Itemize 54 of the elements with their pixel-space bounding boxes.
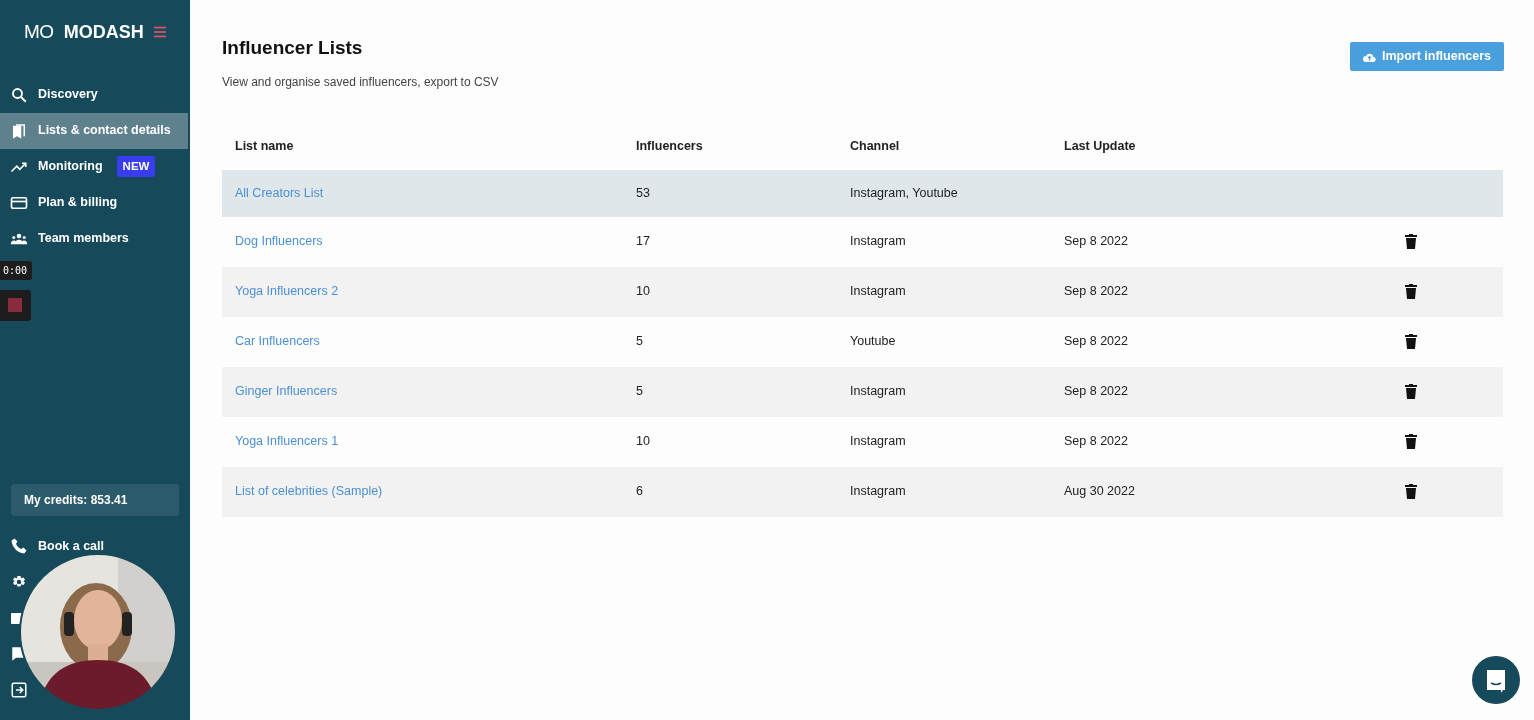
trash-icon[interactable] xyxy=(1405,484,1417,499)
table-cell-text: 17 xyxy=(636,233,651,251)
table-cell-text: 10 xyxy=(636,433,651,451)
bookmarks-icon xyxy=(10,121,28,140)
recording-timer: 0:00 xyxy=(0,260,32,280)
table-cell-text: Aug 30 2022 xyxy=(1064,483,1136,501)
trash-icon[interactable] xyxy=(1405,384,1417,399)
table-cell-text: Instagram xyxy=(850,433,907,451)
cloud-upload-icon xyxy=(1362,51,1376,62)
logout-icon xyxy=(10,681,28,699)
table-cell-text: 10 xyxy=(636,283,651,301)
table-cell-text: Instagram xyxy=(850,283,907,301)
phone-icon xyxy=(10,537,28,555)
table-cell-text: Sep 8 2022 xyxy=(1064,283,1129,301)
table-row[interactable]: Yoga Influencers 2 10 Instagram Sep 8 2022 xyxy=(222,266,1503,317)
table-cell-text: Instagram xyxy=(850,483,907,501)
nav-item[interactable]: Team members xyxy=(0,220,190,257)
page-subtitle: View and organise saved influencers, export to CSV xyxy=(222,73,499,91)
table-cell-text: Sep 8 2022 xyxy=(1064,333,1129,351)
table-cell-text: 53 xyxy=(636,184,651,202)
column-header: Channel xyxy=(850,138,901,156)
table-cell-text: 5 xyxy=(636,333,644,351)
table-cell-text: 6 xyxy=(636,483,644,501)
search-icon xyxy=(10,85,28,104)
logo-mark: MO xyxy=(24,20,54,44)
table-cell-text: Instagram, Youtube xyxy=(850,184,959,202)
column-header: Last Update xyxy=(1064,138,1137,156)
trash-icon[interactable] xyxy=(1405,234,1417,249)
new-badge: NEW xyxy=(116,155,156,178)
table-row[interactable]: All Creators List 53 Instagram, Youtube xyxy=(222,169,1503,217)
table-cell-text: Sep 8 2022 xyxy=(1064,433,1129,451)
chat-launcher-icon[interactable] xyxy=(1472,656,1520,704)
nav-item[interactable]: Lists & contact details xyxy=(0,112,188,149)
table-cell-text: Sep 8 2022 xyxy=(1064,383,1129,401)
table-cell-text: 5 xyxy=(636,383,644,401)
table-cell-text: Sep 8 2022 xyxy=(1064,233,1129,251)
trash-icon[interactable] xyxy=(1405,434,1417,449)
menu-icon[interactable] xyxy=(153,26,166,39)
credits-panel: My credits: 853.41 xyxy=(11,484,179,516)
table-cell-text: Instagram xyxy=(850,233,907,251)
trash-icon[interactable] xyxy=(1405,284,1417,299)
table-row[interactable]: List of celebrities (Sample) 6 Instagram Aug 30 2022 xyxy=(222,466,1503,517)
table-row[interactable]: Ginger Influencers 5 Instagram Sep 8 2022 xyxy=(222,366,1503,417)
nav-item[interactable]: Monitoring NEW xyxy=(0,148,190,185)
table-cell-text: Instagram xyxy=(850,383,907,401)
column-header: List name xyxy=(234,138,295,156)
trash-icon[interactable] xyxy=(1405,334,1417,349)
nav-item[interactable]: Discovery xyxy=(0,76,190,113)
nav-item[interactable]: Plan & billing xyxy=(0,184,190,221)
table-cell-text: Youtube xyxy=(850,333,897,351)
nav-item[interactable]: Book a call xyxy=(38,539,104,553)
column-header: Influencers xyxy=(636,138,704,156)
brand-name: MODASH xyxy=(63,20,144,44)
page-title: Influencer Lists xyxy=(222,36,364,60)
